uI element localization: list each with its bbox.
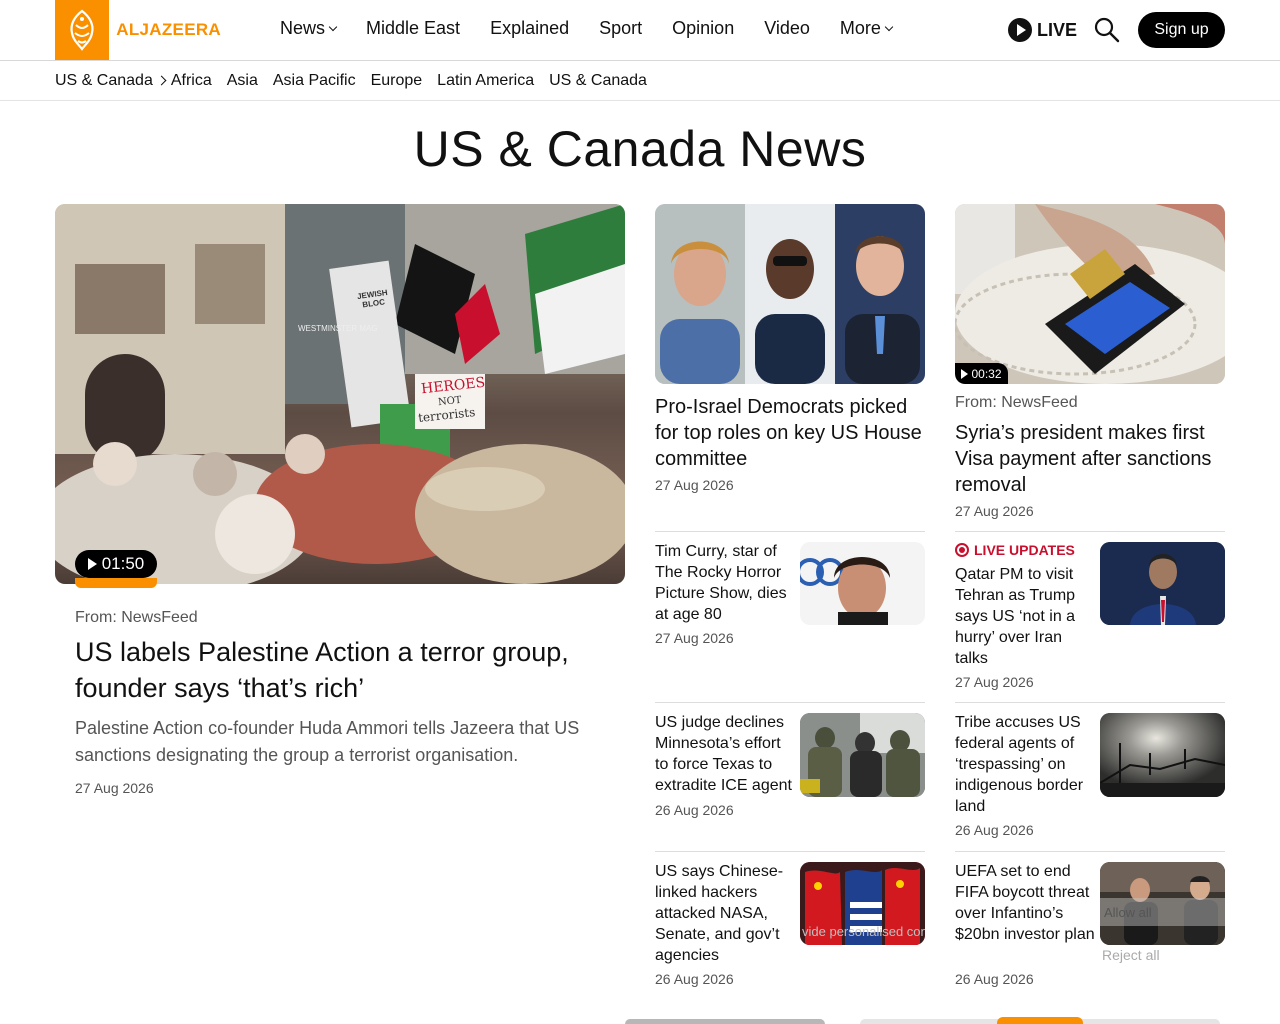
- divider: [655, 851, 925, 852]
- region-subnav: US & Canada Africa Asia Asia Pacific Eur…: [0, 61, 1280, 101]
- live-updates-badge: LIVE UPDATES: [955, 542, 1075, 558]
- live-updates-label: LIVE UPDATES: [974, 542, 1075, 558]
- nav-explained[interactable]: Explained: [490, 18, 569, 39]
- subnav-item-latin-america[interactable]: Latin America: [437, 72, 534, 90]
- list-item-date: 26 Aug 2026: [955, 822, 1034, 838]
- video-duration-badge: 01:50: [75, 550, 157, 578]
- next-card-accent: [997, 1017, 1083, 1024]
- live-button[interactable]: LIVE: [1008, 18, 1077, 42]
- chevron-down-icon: [884, 22, 894, 31]
- building-sign-text: WESTMINSTER MAG: [298, 324, 378, 333]
- nav-opinion-label: Opinion: [672, 18, 735, 38]
- list-item-headline[interactable]: UEFA set to end FIFA boycott threat over…: [955, 861, 1095, 945]
- breadcrumb[interactable]: US & Canada: [55, 72, 171, 90]
- play-icon: [1008, 18, 1032, 42]
- consent-reject-all-button[interactable]: Reject all: [1102, 947, 1160, 963]
- featured-headline[interactable]: US labels Palestine Action a terror grou…: [75, 634, 605, 706]
- nav-explained-label: Explained: [490, 18, 570, 38]
- chevron-right-icon: [156, 75, 167, 86]
- nav-middle-east-label: Middle East: [366, 18, 461, 38]
- featured-summary: Palestine Action co-founder Huda Ammori …: [75, 718, 580, 765]
- subnav-item-africa[interactable]: Africa: [171, 72, 212, 90]
- divider: [655, 702, 925, 703]
- card-image-visa-payment[interactable]: 00:32: [955, 204, 1225, 384]
- card-date: 27 Aug 2026: [955, 503, 1034, 519]
- list-item-image[interactable]: [800, 713, 925, 797]
- video-duration-badge: 00:32: [955, 363, 1008, 384]
- list-item-date: 27 Aug 2026: [955, 674, 1034, 690]
- play-icon: [87, 558, 97, 570]
- list-item-headline[interactable]: Tribe accuses US federal agents of ‘tres…: [955, 712, 1095, 817]
- list-item-headline[interactable]: US judge declines Minnesota’s effort to …: [655, 712, 795, 796]
- list-item-date: 26 Aug 2026: [955, 971, 1034, 987]
- nav-video-label: Video: [764, 18, 810, 38]
- card-headline-democrats[interactable]: Pro-Israel Democrats picked for top role…: [655, 394, 925, 472]
- featured-image[interactable]: HEROES NOT terrorists JEWISH BLOC WESTMI…: [55, 204, 625, 584]
- live-label: LIVE: [1037, 19, 1078, 40]
- search-icon[interactable]: [1094, 17, 1120, 43]
- nav-middle-east[interactable]: Middle East: [366, 18, 460, 39]
- page-title: US & Canada News: [413, 121, 867, 177]
- list-item-headline[interactable]: US says Chinese-linked hackers attacked …: [655, 861, 795, 966]
- nav-news-label: News: [280, 18, 326, 38]
- list-item-image[interactable]: [1100, 713, 1225, 797]
- divider: [655, 531, 925, 532]
- list-item-headline[interactable]: Tim Curry, star of The Rocky Horror Pict…: [655, 541, 795, 625]
- consent-overlay-text: vide personalised con: [802, 924, 925, 939]
- divider: [955, 851, 1225, 852]
- list-item-headline[interactable]: Qatar PM to visit Tehran as Trump says U…: [955, 564, 1095, 669]
- nav-sport[interactable]: Sport: [599, 18, 642, 39]
- live-indicator-icon: [955, 543, 969, 557]
- subnav-item-us-canada[interactable]: US & Canada: [549, 72, 647, 90]
- duration-label: 00:32: [971, 366, 1002, 381]
- allow-all-label: Allow all: [1104, 904, 1152, 920]
- featured-date: 27 Aug 2026: [75, 780, 154, 796]
- subnav-item-asia-pacific[interactable]: Asia Pacific: [273, 72, 356, 90]
- next-card-peek: [625, 1019, 825, 1024]
- nav-video[interactable]: Video: [764, 18, 810, 39]
- sign-up-button[interactable]: Sign up: [1138, 12, 1225, 48]
- nav-more-label: More: [839, 18, 881, 38]
- breadcrumb-current: US & Canada: [55, 71, 153, 89]
- nav-sport-label: Sport: [599, 18, 643, 38]
- duration-label: 01:50: [101, 554, 145, 573]
- nav-opinion[interactable]: Opinion: [672, 18, 734, 39]
- list-item-image[interactable]: Allow all: [1100, 862, 1225, 945]
- nav-news[interactable]: News: [280, 18, 338, 39]
- chevron-down-icon: [328, 22, 338, 31]
- list-item-date: 26 Aug 2026: [655, 971, 734, 987]
- featured-accent-bar: [75, 578, 157, 588]
- list-item-image[interactable]: [800, 542, 925, 625]
- list-item-image[interactable]: [1100, 542, 1225, 625]
- subnav-item-asia[interactable]: Asia: [227, 72, 258, 90]
- list-item-date: 27 Aug 2026: [655, 630, 734, 646]
- divider: [955, 702, 1225, 703]
- card-headline-visa-payment[interactable]: Syria’s president makes first Visa payme…: [955, 420, 1225, 498]
- nav-more[interactable]: More: [839, 18, 894, 39]
- card-source: From: NewsFeed: [955, 394, 1078, 411]
- consent-allow-all-button[interactable]: Allow all: [1100, 898, 1225, 926]
- featured-source: From: NewsFeed: [75, 609, 198, 626]
- divider: [955, 531, 1225, 532]
- play-icon: [961, 368, 969, 379]
- subnav-item-europe[interactable]: Europe: [371, 72, 423, 90]
- list-item-date: 26 Aug 2026: [655, 802, 734, 818]
- card-date: 27 Aug 2026: [655, 477, 734, 493]
- aljazeera-logo[interactable]: ALJAZEERA: [55, 0, 221, 60]
- list-item-image[interactable]: vide personalised con: [800, 862, 925, 945]
- top-navigation-bar: ALJAZEERA News Middle East Explained Spo…: [0, 0, 1280, 61]
- logo-wordmark: ALJAZEERA: [116, 20, 221, 39]
- main-nav: News Middle East Explained Sport Opinion…: [280, 18, 922, 39]
- logo-emblem-icon: [55, 0, 110, 60]
- card-image-democrats[interactable]: [655, 204, 925, 384]
